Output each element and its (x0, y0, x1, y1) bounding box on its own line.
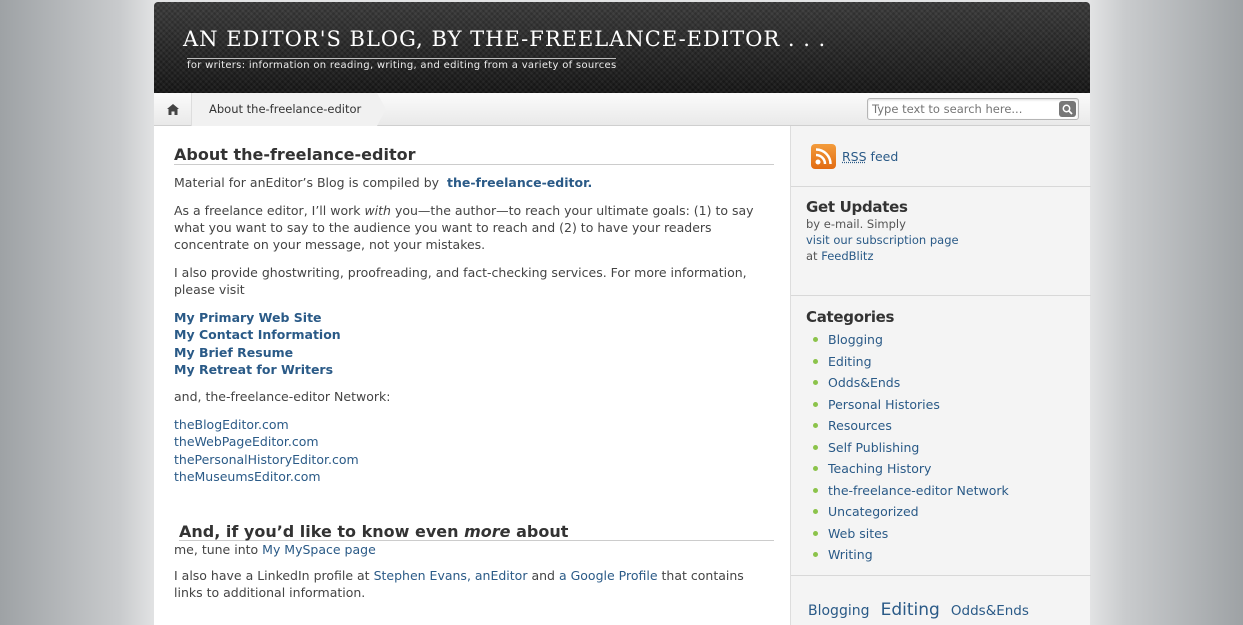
updates-line: by e-mail. Simply (806, 217, 906, 231)
goals-emphasis: with (364, 203, 391, 218)
main-content: About the-freelance-editor Material for … (174, 146, 774, 612)
intro-paragraph: Material for anEditor’s Blog is compiled… (174, 174, 774, 191)
museums-editor-link[interactable]: theMuseumsEditor.com (174, 469, 321, 484)
page-title: About the-freelance-editor (174, 146, 774, 165)
categories-block: Categories Blogging Editing Odds&Ends Pe… (791, 296, 1091, 576)
category-freelance-editor-network[interactable]: the-freelance-editor Network (806, 480, 1076, 502)
webpage-editor-link[interactable]: theWebPageEditor.com (174, 434, 319, 449)
site-header: AN EDITOR'S BLOG, BY THE-FREELANCE-EDITO… (154, 2, 1090, 93)
network-links: theBlogEditor.com theWebPageEditor.com t… (174, 416, 774, 485)
categories-title: Categories (806, 308, 895, 326)
rss-abbr: RSS (842, 149, 867, 164)
category-odds-ends[interactable]: Odds&Ends (806, 372, 1076, 394)
site-title[interactable]: AN EDITOR'S BLOG, BY THE-FREELANCE-EDITO… (183, 27, 826, 51)
search-input[interactable] (872, 101, 1052, 117)
breadcrumb-current[interactable]: About the-freelance-editor (192, 93, 387, 126)
blog-editor-link[interactable]: theBlogEditor.com (174, 417, 289, 432)
category-personal-histories[interactable]: Personal Histories (806, 394, 1076, 416)
feedblitz-link[interactable]: FeedBlitz (821, 249, 873, 263)
updates-at: at (806, 249, 818, 263)
categories-list: Blogging Editing Odds&Ends Personal Hist… (806, 329, 1076, 566)
site-description: for writers: information on reading, wri… (187, 58, 617, 71)
category-uncategorized[interactable]: Uncategorized (806, 501, 1076, 523)
profile-links: My Primary Web Site My Contact Informati… (174, 309, 774, 378)
updates-block: Get Updates by e-mail. Simply visit our … (791, 187, 1091, 296)
goals-text-a: As a freelance editor, I’ll work (174, 203, 361, 218)
category-teaching-history[interactable]: Teaching History (806, 458, 1076, 480)
category-blogging[interactable]: Blogging (806, 329, 1076, 351)
services-paragraph: I also provide ghostwriting, proofreadin… (174, 265, 747, 297)
myspace-link[interactable]: My MySpace page (262, 542, 376, 557)
network-intro: and, the-freelance-editor Network: (174, 389, 391, 405)
search-icon (1062, 104, 1073, 115)
home-button[interactable] (154, 93, 192, 126)
linkedin-link[interactable]: Stephen Evans, anEditor (374, 568, 528, 583)
category-web-sites[interactable]: Web sites (806, 523, 1076, 545)
rss-icon (811, 144, 836, 169)
linkedin-text-a: I also have a LinkedIn profile at (174, 568, 370, 584)
category-writing[interactable]: Writing (806, 544, 1076, 566)
linkedin-text-b: and (531, 568, 555, 584)
primary-site-link[interactable]: My Primary Web Site (174, 310, 322, 325)
category-resources[interactable]: Resources (806, 415, 1076, 437)
retreat-link[interactable]: My Retreat for Writers (174, 362, 333, 377)
category-self-publishing[interactable]: Self Publishing (806, 437, 1076, 459)
more-about-emphasis: more (464, 522, 511, 542)
rss-label: RSS feed (842, 149, 898, 164)
personal-history-editor-link[interactable]: thePersonalHistoryEditor.com (174, 452, 359, 467)
resume-link[interactable]: My Brief Resume (174, 345, 293, 360)
rss-block: RSS feed (791, 126, 1091, 187)
intro-text: Material for anEditor’s Blog is compiled… (174, 175, 440, 190)
home-icon (166, 104, 179, 115)
rss-feed-text: feed (870, 149, 899, 164)
contact-info-link[interactable]: My Contact Information (174, 327, 341, 342)
tag-odds-ends[interactable]: Odds&Ends (951, 603, 1029, 619)
google-profile-link[interactable]: a Google Profile (559, 568, 658, 583)
subscription-link[interactable]: visit our subscription page (806, 233, 959, 247)
search-box (867, 98, 1079, 120)
goals-paragraph: As a freelance editor, I’ll work with yo… (174, 202, 774, 253)
more-about-heading: And, if you’d like to know even more abo… (179, 522, 774, 542)
myspace-text: me, tune into (174, 542, 259, 558)
freelance-editor-link[interactable]: the-freelance-editor. (447, 175, 592, 190)
tag-editing[interactable]: Editing (881, 600, 940, 620)
navbar: About the-freelance-editor (154, 93, 1090, 126)
category-editing[interactable]: Editing (806, 351, 1076, 373)
tag-blogging[interactable]: Blogging (808, 603, 869, 619)
rss-feed-link[interactable]: RSS feed (811, 144, 898, 169)
myspace-paragraph: me, tune into My MySpace page (174, 541, 774, 558)
updates-title: Get Updates (806, 198, 908, 216)
more-about-text-a: And, if you’d like to know even (179, 522, 459, 542)
more-about-text-b: about (516, 522, 569, 542)
sidebar: RSS feed Get Updates by e-mail. Simply v… (790, 126, 1091, 625)
search-button[interactable] (1059, 101, 1076, 117)
page: AN EDITOR'S BLOG, BY THE-FREELANCE-EDITO… (154, 2, 1091, 625)
tag-cloud: Blogging Editing Odds&Ends (808, 600, 1088, 620)
linkedin-paragraph: I also have a LinkedIn profile at Stephe… (174, 567, 774, 601)
